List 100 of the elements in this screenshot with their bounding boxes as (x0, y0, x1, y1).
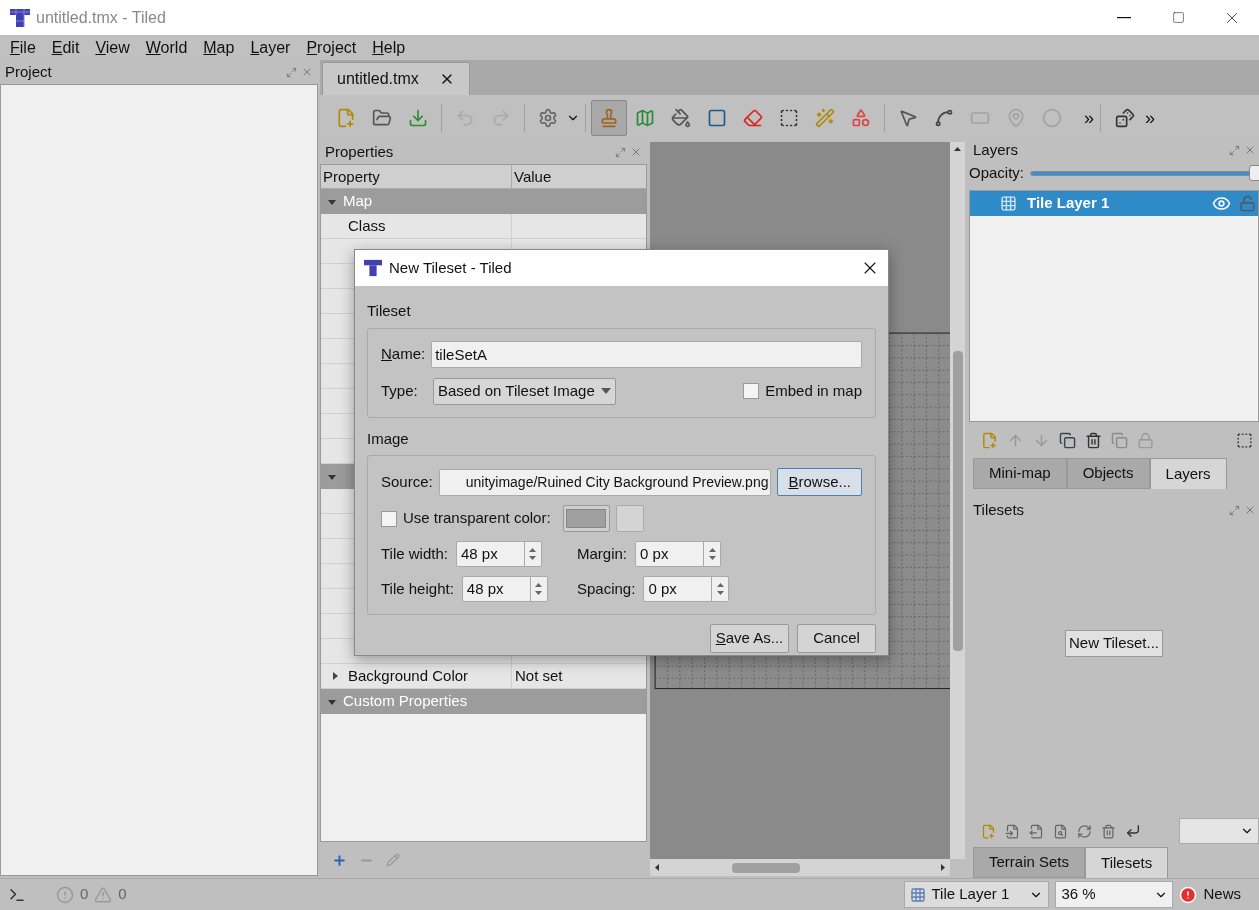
refresh-icon[interactable] (1077, 823, 1092, 839)
lock-icon[interactable] (1137, 431, 1154, 449)
map-icon (635, 107, 655, 128)
panel-title: Project (5, 61, 52, 82)
horizontal-scrollbar[interactable] (650, 859, 950, 876)
eraser-icon (743, 107, 763, 128)
panel-tab[interactable]: Terrain Sets (973, 847, 1086, 878)
warning-icon[interactable] (94, 885, 113, 904)
browse-button[interactable]: Browse... (777, 468, 862, 496)
menu-item[interactable]: World (137, 35, 196, 60)
opacity-slider[interactable] (1030, 163, 1259, 183)
float-icon[interactable] (1229, 144, 1240, 156)
checkbox-label: Embed in map (765, 380, 862, 401)
opacity-label: Opacity: (969, 162, 1025, 183)
gear-icon (538, 107, 558, 128)
stamp-icon (599, 107, 619, 128)
panel-tab[interactable]: Mini-map (973, 458, 1067, 489)
panel-tab[interactable]: Layers (1149, 458, 1227, 489)
panel-title: Layers (973, 139, 1019, 160)
polyline-icon (934, 107, 954, 128)
dialog-button[interactable]: Cancel (797, 624, 876, 653)
window-title: untitled.tmx - Tiled (36, 7, 166, 28)
new-tileset-button[interactable]: New Tileset... (1065, 629, 1163, 657)
tileset-combo[interactable] (1179, 818, 1259, 844)
menu-item[interactable]: Edit (43, 35, 88, 60)
type-dropdown[interactable]: Based on Tileset Image (433, 377, 616, 405)
zoom-combo[interactable]: 36 % (1055, 881, 1174, 908)
file-search-icon[interactable] (1053, 823, 1068, 839)
float-icon[interactable] (1229, 504, 1240, 516)
maximize-icon (1171, 11, 1185, 24)
checkbox[interactable] (743, 383, 760, 399)
rename-property-icon[interactable] (386, 853, 400, 867)
menu-item[interactable]: View (87, 35, 138, 60)
menu-item[interactable]: Layer (242, 35, 299, 60)
news-icon[interactable] (1179, 885, 1198, 904)
group-title: Image (367, 428, 410, 449)
news-link[interactable]: News (1203, 883, 1241, 906)
eye-icon[interactable] (1212, 194, 1231, 213)
color-swatch[interactable] (562, 505, 610, 532)
field-label: Tile width: (381, 543, 448, 564)
dialog-title: New Tileset - Tiled (389, 257, 512, 278)
column-header[interactable]: Value (512, 165, 646, 188)
error-count: 0 (80, 884, 89, 905)
trash-icon[interactable] (1085, 431, 1102, 449)
overflow-button[interactable]: » (1145, 108, 1156, 127)
trash-icon[interactable] (1101, 823, 1116, 839)
menu-item[interactable]: File (2, 35, 44, 60)
stamp-tool[interactable] (591, 99, 627, 136)
pin-icon (1006, 107, 1026, 128)
duplicate-icon[interactable] (1059, 431, 1076, 449)
import-icon[interactable] (1005, 823, 1020, 839)
property-value: Not set (515, 665, 563, 686)
error-icon[interactable] (56, 885, 74, 904)
source-field[interactable]: unityimage/Ruined City Background Preview.png (438, 468, 772, 496)
spin-box[interactable]: 0 px (643, 576, 730, 602)
panel-tab[interactable]: Tilesets (1085, 847, 1169, 878)
menu-item[interactable]: Map (195, 35, 243, 60)
name-field[interactable]: tileSetA (431, 340, 862, 368)
spin-box[interactable]: 0 px (635, 541, 722, 567)
spin-box[interactable]: 48 px (455, 541, 542, 567)
dice-icon (1115, 107, 1135, 128)
minimize-icon (1117, 16, 1131, 19)
swatch-button[interactable] (615, 505, 644, 532)
unlock-icon[interactable] (1239, 195, 1256, 212)
new-file-icon[interactable] (981, 823, 996, 839)
add-property-icon[interactable] (332, 852, 347, 868)
magic-wand-icon (815, 107, 835, 128)
folder-icon (372, 107, 392, 128)
float-icon[interactable] (286, 66, 297, 78)
vertical-scrollbar[interactable] (950, 142, 965, 859)
panel-tab[interactable]: Objects (1066, 458, 1150, 489)
overflow-button[interactable]: » (1084, 108, 1094, 127)
tile-layer-icon (1000, 195, 1017, 212)
panel-title: Properties (325, 141, 394, 162)
panel-title: Tilesets (973, 499, 1025, 520)
save-icon (408, 107, 428, 128)
export-icon[interactable] (1029, 823, 1044, 839)
property-name: Background Color (348, 665, 469, 686)
warning-count: 0 (118, 884, 127, 905)
layer-row[interactable]: Tile Layer 1 (970, 191, 1258, 216)
document-tab[interactable]: untitled.tmx (322, 62, 470, 95)
property-name: Class (348, 215, 386, 236)
spin-box[interactable]: 48 px (461, 576, 548, 602)
tile-layer-icon (910, 886, 927, 903)
shapes-icon (851, 107, 871, 128)
field-label: Source: (381, 471, 433, 492)
new-layer-icon[interactable] (981, 431, 998, 449)
menu-item[interactable]: Project (298, 35, 365, 60)
menu-item[interactable]: Help (364, 35, 414, 60)
ellipse-icon (1042, 107, 1062, 128)
dialog-button[interactable]: Save As... (710, 624, 789, 653)
column-header[interactable]: Property (321, 165, 512, 188)
float-icon[interactable] (615, 146, 626, 158)
checkbox[interactable] (381, 510, 397, 527)
return-icon[interactable] (1125, 823, 1141, 839)
new-file-icon (336, 107, 356, 128)
layer-combo[interactable]: Tile Layer 1 (904, 881, 1050, 908)
app-logo-icon (9, 7, 31, 28)
field-label: Margin: (577, 543, 628, 564)
app-logo-icon (363, 259, 383, 277)
